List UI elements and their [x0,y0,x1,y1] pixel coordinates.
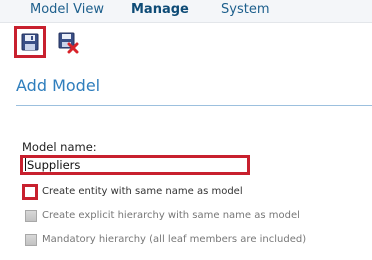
page: Model View Manage System Add Model Model… [0,0,372,260]
create-hierarchy-checkbox [25,210,37,222]
create-hierarchy-label: Create explicit hierarchy with same name… [42,210,300,221]
text-caret [25,158,26,171]
save-icon [21,33,39,51]
create-entity-label: Create entity with same name as model [42,186,243,197]
toolbar [0,23,372,60]
page-title: Add Model [16,76,101,95]
top-nav: Model View Manage System [0,0,372,23]
model-name-input[interactable] [20,155,250,175]
nav-model-view[interactable]: Model View [30,2,104,17]
save-button[interactable] [14,26,46,58]
mandatory-hierarchy-label: Mandatory hierarchy (all leaf members ar… [42,234,307,245]
nav-manage[interactable]: Manage [131,2,189,17]
model-name-label: Model name: [22,140,97,154]
create-entity-checkbox[interactable] [22,184,38,200]
mandatory-hierarchy-checkbox [25,234,37,246]
cancel-save-button[interactable] [52,26,84,58]
cancel-save-icon [58,32,79,54]
nav-system[interactable]: System [221,2,269,17]
title-divider [16,105,372,106]
